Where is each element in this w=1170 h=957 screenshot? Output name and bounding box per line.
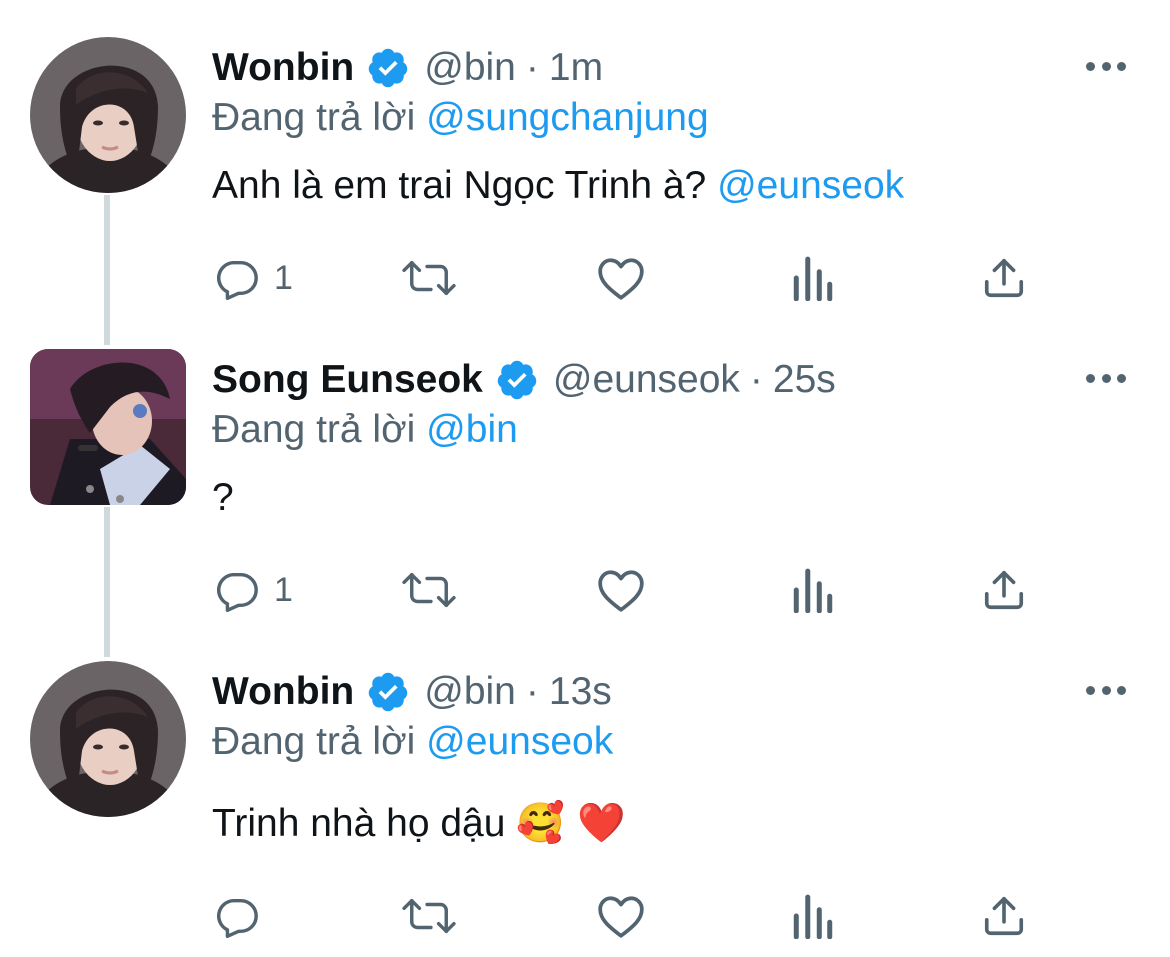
share-icon — [984, 258, 1024, 298]
tweet-text: ? — [212, 474, 234, 522]
tweet-header: Wonbin @bin · 1m — [212, 44, 603, 92]
display-name[interactable]: Wonbin — [212, 668, 354, 716]
avatar[interactable] — [30, 37, 186, 193]
timestamp[interactable]: 1m — [549, 44, 603, 92]
emoji-group: 🥰 ❤️ — [516, 801, 626, 846]
analytics-button[interactable] — [792, 886, 834, 946]
tweet-body: ? — [212, 476, 234, 519]
share-icon — [984, 570, 1024, 610]
reply-button[interactable]: 1 — [214, 560, 293, 620]
reply-context: Đang trả lời @sungchanjung — [212, 94, 709, 142]
reply-prefix: Đang trả lời — [212, 720, 416, 763]
more-icon[interactable] — [1086, 52, 1126, 80]
retweet-button[interactable] — [400, 560, 458, 620]
like-button[interactable] — [596, 886, 646, 946]
analytics-icon — [793, 894, 833, 939]
share-icon — [984, 896, 1024, 936]
reply-count: 1 — [274, 259, 293, 297]
verified-badge-icon — [366, 46, 410, 90]
tweet-text: Anh là em trai Ngọc Trinh à? @eunseok — [212, 162, 904, 210]
reply-prefix: Đang trả lời — [212, 408, 416, 451]
display-name[interactable]: Wonbin — [212, 44, 354, 92]
reply-to-mention[interactable]: @eunseok — [426, 720, 613, 763]
tweet-body: Trinh nhà họ dậu — [212, 802, 506, 845]
reply-count: 1 — [274, 571, 293, 609]
tweet-3[interactable]: Wonbin @bin · 13s Đang trả lời @eunseok … — [0, 624, 1170, 957]
reply-button[interactable] — [214, 886, 274, 946]
tweet-body: Anh là em trai Ngọc Trinh à? — [212, 164, 707, 207]
retweet-icon — [402, 898, 456, 934]
tweet-text: Trinh nhà họ dậu 🥰 ❤️ — [212, 800, 626, 848]
tweet-header: Wonbin @bin · 13s — [212, 668, 612, 716]
tweet-1[interactable]: Wonbin @bin · 1m Đang trả lời @sungchanj… — [0, 0, 1170, 345]
tweet-header: Song Eunseok @eunseok · 25s — [212, 356, 836, 404]
like-button[interactable] — [596, 560, 646, 620]
tweet-2[interactable]: Song Eunseok @eunseok · 25s Đang trả lời… — [0, 312, 1170, 657]
retweet-button[interactable] — [400, 248, 458, 308]
retweet-icon — [402, 260, 456, 296]
reply-context: Đang trả lời @eunseok — [212, 718, 613, 766]
display-name[interactable]: Song Eunseok — [212, 356, 483, 404]
verified-badge-icon — [366, 670, 410, 714]
handle[interactable]: @bin — [424, 44, 516, 92]
reply-icon — [217, 898, 258, 939]
handle[interactable]: @bin — [424, 668, 516, 716]
reply-button[interactable]: 1 — [214, 248, 293, 308]
reply-to-mention[interactable]: @bin — [426, 408, 518, 451]
heart-icon — [598, 570, 644, 612]
timestamp[interactable]: 25s — [773, 356, 836, 404]
separator: · — [749, 358, 763, 401]
share-button[interactable] — [981, 560, 1027, 620]
analytics-button[interactable] — [792, 248, 834, 308]
more-icon[interactable] — [1086, 364, 1126, 392]
reply-context: Đang trả lời @bin — [212, 406, 518, 454]
retweet-button[interactable] — [400, 886, 458, 946]
action-bar: 1 — [0, 560, 1170, 620]
like-button[interactable] — [596, 248, 646, 308]
reply-icon — [217, 260, 258, 301]
share-button[interactable] — [981, 886, 1027, 946]
share-button[interactable] — [981, 248, 1027, 308]
analytics-button[interactable] — [792, 560, 834, 620]
analytics-icon — [793, 568, 833, 613]
reply-icon — [217, 572, 258, 613]
heart-icon — [598, 896, 644, 938]
verified-badge-icon — [495, 358, 539, 402]
more-icon[interactable] — [1086, 676, 1126, 704]
text-mention[interactable]: @eunseok — [717, 164, 904, 207]
timestamp[interactable]: 13s — [549, 668, 612, 716]
analytics-icon — [793, 256, 833, 301]
action-bar: 1 — [0, 248, 1170, 308]
avatar[interactable] — [30, 661, 186, 817]
handle[interactable]: @eunseok — [553, 356, 740, 404]
heart-icon — [598, 258, 644, 300]
reply-to-mention[interactable]: @sungchanjung — [426, 96, 708, 139]
avatar[interactable] — [30, 349, 186, 505]
retweet-icon — [402, 572, 456, 608]
action-bar — [0, 886, 1170, 946]
separator: · — [525, 670, 539, 713]
separator: · — [525, 46, 539, 89]
reply-prefix: Đang trả lời — [212, 96, 416, 139]
